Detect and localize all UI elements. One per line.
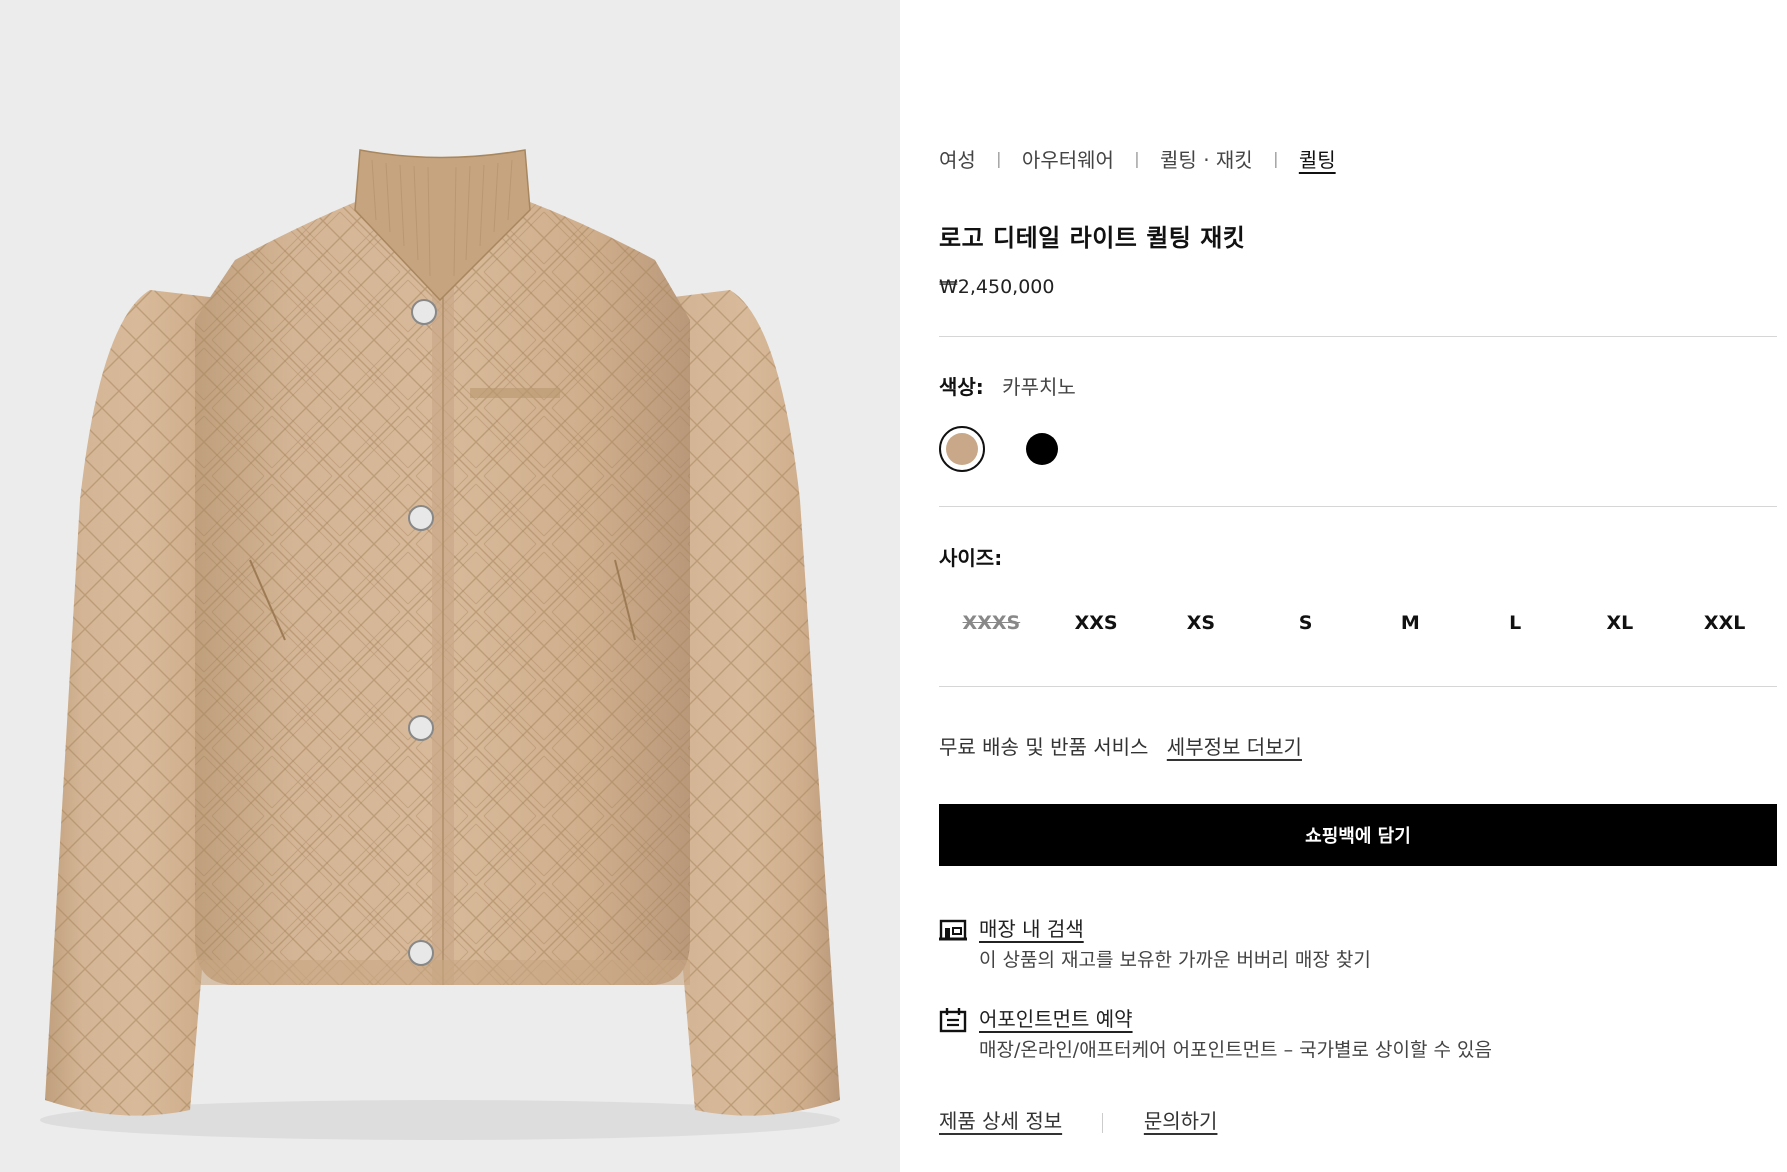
product-details-panel: 여성 | 아우터웨어 | 퀼팅 · 재킷 | 퀼팅 로고 디테일 라이트 퀼팅 … bbox=[939, 0, 1777, 1172]
divider bbox=[939, 336, 1777, 337]
size-selector: XXXS XXS XS S M L XL XXL bbox=[939, 601, 1777, 645]
book-appointment-description: 매장/온라인/애프터케어 어포인트먼트 – 국가별로 상이할 수 있음 bbox=[979, 1039, 1493, 1061]
color-swatch-cappuccino[interactable] bbox=[939, 426, 985, 472]
divider bbox=[939, 506, 1777, 507]
inquiry-link[interactable]: 문의하기 bbox=[1144, 1109, 1218, 1133]
store-icon bbox=[939, 919, 967, 941]
find-in-store-link[interactable]: 매장 내 검색 bbox=[979, 913, 1084, 942]
swatch-fill bbox=[1026, 433, 1058, 465]
product-image-panel bbox=[0, 0, 900, 1172]
calendar-icon bbox=[939, 1008, 967, 1033]
size-option-xxl[interactable]: XXL bbox=[1672, 601, 1777, 645]
footer-link-divider bbox=[1102, 1112, 1104, 1133]
color-selector-label: 색상: 카푸치노 bbox=[939, 371, 1076, 400]
breadcrumb-separator: | bbox=[1134, 149, 1140, 168]
product-footer-links: 제품 상세 정보 문의하기 bbox=[939, 1105, 1217, 1134]
breadcrumb-item-women[interactable]: 여성 bbox=[939, 144, 976, 173]
size-option-l[interactable]: L bbox=[1463, 601, 1568, 645]
breadcrumb-item-quilted[interactable]: 퀼팅 bbox=[1299, 144, 1336, 173]
shipping-text: 무료 배송 및 반품 서비스 bbox=[939, 735, 1149, 759]
size-option-m[interactable]: M bbox=[1358, 601, 1463, 645]
shipping-details-link[interactable]: 세부정보 더보기 bbox=[1167, 735, 1302, 759]
find-in-store: 매장 내 검색 이 상품의 재고를 보유한 가까운 버버리 매장 찾기 bbox=[939, 913, 1777, 977]
product-title: 로고 디테일 라이트 퀼팅 재킷 bbox=[939, 224, 1246, 252]
add-to-bag-button[interactable]: 쇼핑백에 담기 bbox=[939, 804, 1777, 866]
size-option-xxs[interactable]: XXS bbox=[1044, 601, 1149, 645]
book-appointment: 어포인트먼트 예약 매장/온라인/애프터케어 어포인트먼트 – 국가별로 상이할… bbox=[939, 1003, 1777, 1067]
size-label: 사이즈: bbox=[939, 546, 1003, 570]
swatch-fill bbox=[946, 433, 978, 465]
breadcrumb-separator: | bbox=[996, 149, 1002, 168]
product-details-link[interactable]: 제품 상세 정보 bbox=[939, 1109, 1062, 1133]
product-image-jacket bbox=[40, 149, 840, 1140]
breadcrumb-item-outerwear[interactable]: 아우터웨어 bbox=[1022, 144, 1114, 173]
selected-color-name: 카푸치노 bbox=[1002, 375, 1076, 399]
color-swatch-black[interactable] bbox=[1019, 426, 1065, 472]
size-option-xs[interactable]: XS bbox=[1149, 601, 1254, 645]
breadcrumb-item-quilted-jackets[interactable]: 퀼팅 · 재킷 bbox=[1160, 144, 1253, 173]
size-option-s[interactable]: S bbox=[1253, 601, 1358, 645]
find-in-store-description: 이 상품의 재고를 보유한 가까운 버버리 매장 찾기 bbox=[979, 949, 1371, 971]
breadcrumb: 여성 | 아우터웨어 | 퀼팅 · 재킷 | 퀼팅 bbox=[939, 144, 1336, 173]
size-option-xl[interactable]: XL bbox=[1568, 601, 1673, 645]
product-price: ₩2,450,000 bbox=[939, 276, 1055, 298]
breadcrumb-separator: | bbox=[1273, 149, 1279, 168]
shipping-info: 무료 배송 및 반품 서비스 세부정보 더보기 bbox=[939, 731, 1302, 760]
divider bbox=[939, 686, 1777, 687]
color-label: 색상: bbox=[939, 375, 984, 399]
size-option-xxxs[interactable]: XXXS bbox=[939, 601, 1044, 645]
book-appointment-link[interactable]: 어포인트먼트 예약 bbox=[979, 1003, 1133, 1032]
